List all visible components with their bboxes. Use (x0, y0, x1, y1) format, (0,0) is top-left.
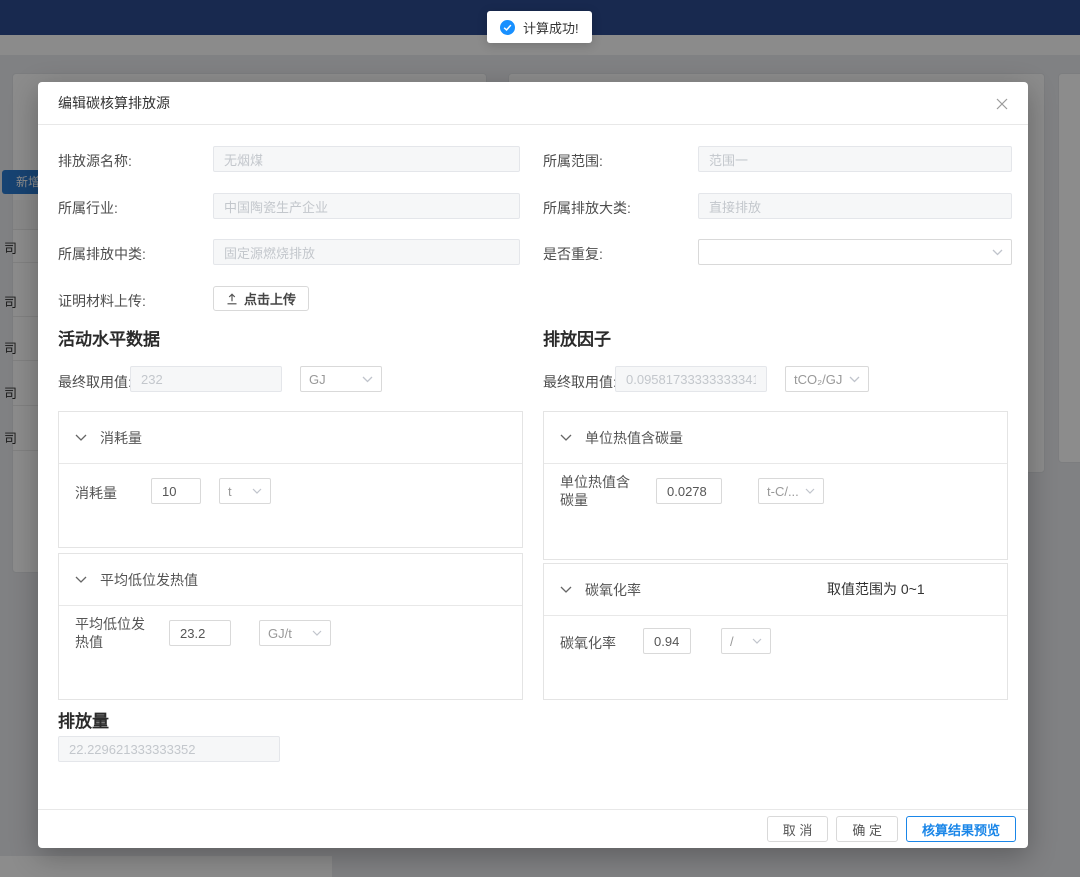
upload-button-label: 点击上传 (244, 289, 296, 308)
select-value: t (228, 484, 232, 499)
industry-label: 所属行业: (58, 198, 118, 218)
heating-value-panel: 平均低位发热值 平均低位发热值 GJ/t (58, 553, 523, 700)
upload-button[interactable]: 点击上传 (213, 286, 309, 311)
emission-mid-field (213, 239, 520, 265)
panel-header[interactable]: 消耗量 (59, 412, 522, 464)
emission-mid-label: 所属排放中类: (58, 244, 146, 264)
activity-section-title: 活动水平数据 (58, 325, 160, 350)
heating-value-input[interactable] (169, 620, 231, 646)
emission-section-title: 排放量 (58, 707, 109, 732)
carbon-content-unit-select[interactable]: t-C/... (758, 478, 824, 504)
collapse-caret-icon (560, 434, 572, 442)
select-value: GJ/t (268, 626, 292, 641)
chevron-down-icon (992, 249, 1003, 256)
carbon-content-row-label: 单位热值含碳量 (560, 473, 636, 509)
activity-final-value-field (130, 366, 282, 392)
source-name-field (213, 146, 520, 172)
is-duplicate-label: 是否重复: (543, 244, 603, 264)
consumption-panel: 消耗量 消耗量 t (58, 411, 523, 548)
activity-final-unit-select[interactable]: GJ (300, 366, 382, 392)
carbon-content-input[interactable] (656, 478, 722, 504)
collapse-caret-icon (75, 576, 87, 584)
factor-final-value-field (615, 366, 767, 392)
industry-field (213, 193, 520, 219)
chevron-down-icon (752, 638, 762, 644)
factor-section-title: 排放因子 (543, 325, 611, 350)
consumption-row-label: 消耗量 (75, 484, 117, 502)
chevron-down-icon (312, 630, 322, 636)
scope-label: 所属范围: (543, 151, 603, 171)
emission-result-field (58, 736, 280, 762)
oxidation-rate-input[interactable] (643, 628, 691, 654)
dialog-header: 编辑碳核算排放源 (38, 82, 1028, 125)
activity-final-label: 最终取用值: (58, 372, 132, 392)
oxidation-rate-row-label: 碳氧化率 (560, 634, 616, 652)
panel-header[interactable]: 平均低位发热值 (59, 554, 522, 606)
toast-message: 计算成功! (523, 18, 579, 37)
select-value: tCO₂/GJ (794, 372, 842, 387)
check-circle-icon (500, 20, 515, 35)
cancel-button[interactable]: 取 消 (767, 816, 829, 842)
panel-header[interactable]: 碳氧化率 (544, 564, 1007, 616)
select-value: / (730, 634, 734, 649)
collapse-caret-icon (560, 586, 572, 594)
factor-final-label: 最终取用值: (543, 372, 617, 392)
carbon-content-panel: 单位热值含碳量 单位热值含碳量 t-C/... (543, 411, 1008, 560)
heating-value-row-label: 平均低位发热值 (75, 615, 151, 651)
upload-icon (226, 293, 238, 305)
select-value: t-C/... (767, 484, 799, 499)
edit-emission-source-dialog: 编辑碳核算排放源 排放源名称: 所属范围: 所属行业: 所属排放大类: 所属排放… (38, 82, 1028, 848)
factor-final-unit-select[interactable]: tCO₂/GJ (785, 366, 869, 392)
emission-major-field (698, 193, 1012, 219)
confirm-button[interactable]: 确 定 (836, 816, 898, 842)
upload-label: 证明材料上传: (58, 291, 146, 311)
close-icon[interactable] (994, 96, 1010, 112)
source-name-label: 排放源名称: (58, 151, 132, 171)
collapse-caret-icon (75, 434, 87, 442)
chevron-down-icon (849, 376, 860, 383)
chevron-down-icon (252, 488, 262, 494)
panel-title: 碳氧化率 (585, 580, 641, 600)
panel-title: 单位热值含碳量 (585, 428, 683, 448)
panel-header[interactable]: 单位热值含碳量 (544, 412, 1007, 464)
panel-title: 平均低位发热值 (100, 570, 198, 590)
select-value: GJ (309, 372, 326, 387)
scope-field (698, 146, 1012, 172)
dialog-footer: 取 消 确 定 核算结果预览 (38, 809, 1028, 848)
dialog-title: 编辑碳核算排放源 (58, 82, 170, 125)
oxidation-rate-panel: 碳氧化率 取值范围为 0~1 碳氧化率 / (543, 563, 1008, 700)
consumption-unit-select[interactable]: t (219, 478, 271, 504)
oxidation-rate-unit-select[interactable]: / (721, 628, 771, 654)
app-root: 新增 司 司 司 司 司 计算成功! 编辑碳核算排放源 排放源名称: 所属范围:… (0, 0, 1080, 877)
value-range-hint: 取值范围为 0~1 (827, 579, 925, 599)
chevron-down-icon (805, 488, 815, 494)
emission-major-label: 所属排放大类: (543, 198, 631, 218)
heating-value-unit-select[interactable]: GJ/t (259, 620, 331, 646)
is-duplicate-select[interactable] (698, 239, 1012, 265)
panel-title: 消耗量 (100, 428, 142, 448)
success-toast: 计算成功! (487, 11, 592, 43)
result-preview-button[interactable]: 核算结果预览 (906, 816, 1016, 842)
consumption-input[interactable] (151, 478, 201, 504)
chevron-down-icon (362, 376, 373, 383)
